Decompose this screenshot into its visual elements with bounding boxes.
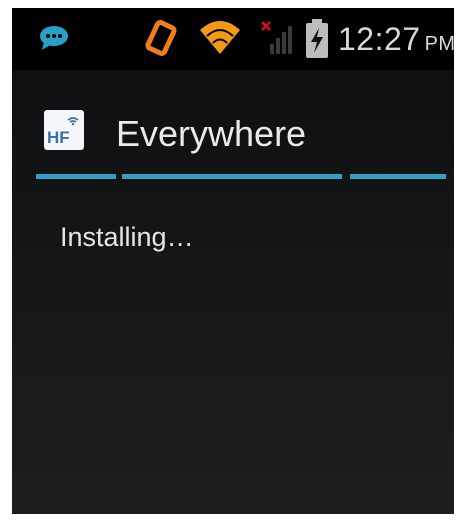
progress-segment — [122, 174, 342, 179]
battery-charging-icon — [306, 19, 328, 58]
status-clock: 12:27 PM — [338, 18, 454, 60]
chat-bubble-icon — [40, 26, 68, 50]
clock-time: 12:27 — [338, 21, 421, 57]
app-icon-label: HF — [47, 128, 70, 147]
clock-ampm: PM — [424, 33, 454, 55]
app-title: Everywhere — [116, 113, 307, 154]
progress-segment — [36, 174, 116, 179]
install-status-text: Installing… — [60, 222, 194, 252]
installer-screen: HF Everywhere Installing… — [12, 70, 454, 514]
hf-app-icon: HF — [44, 110, 84, 150]
status-bar: 12:27 PM — [12, 8, 454, 70]
screen-rotation-icon — [145, 19, 177, 57]
progress-segment — [350, 174, 446, 179]
cell-signal-no-service-icon — [261, 21, 292, 54]
install-progress-bar — [36, 174, 446, 179]
phone-screen: 12:27 PM HF Everywhere Installing… — [12, 8, 454, 514]
wifi-icon — [200, 21, 240, 54]
